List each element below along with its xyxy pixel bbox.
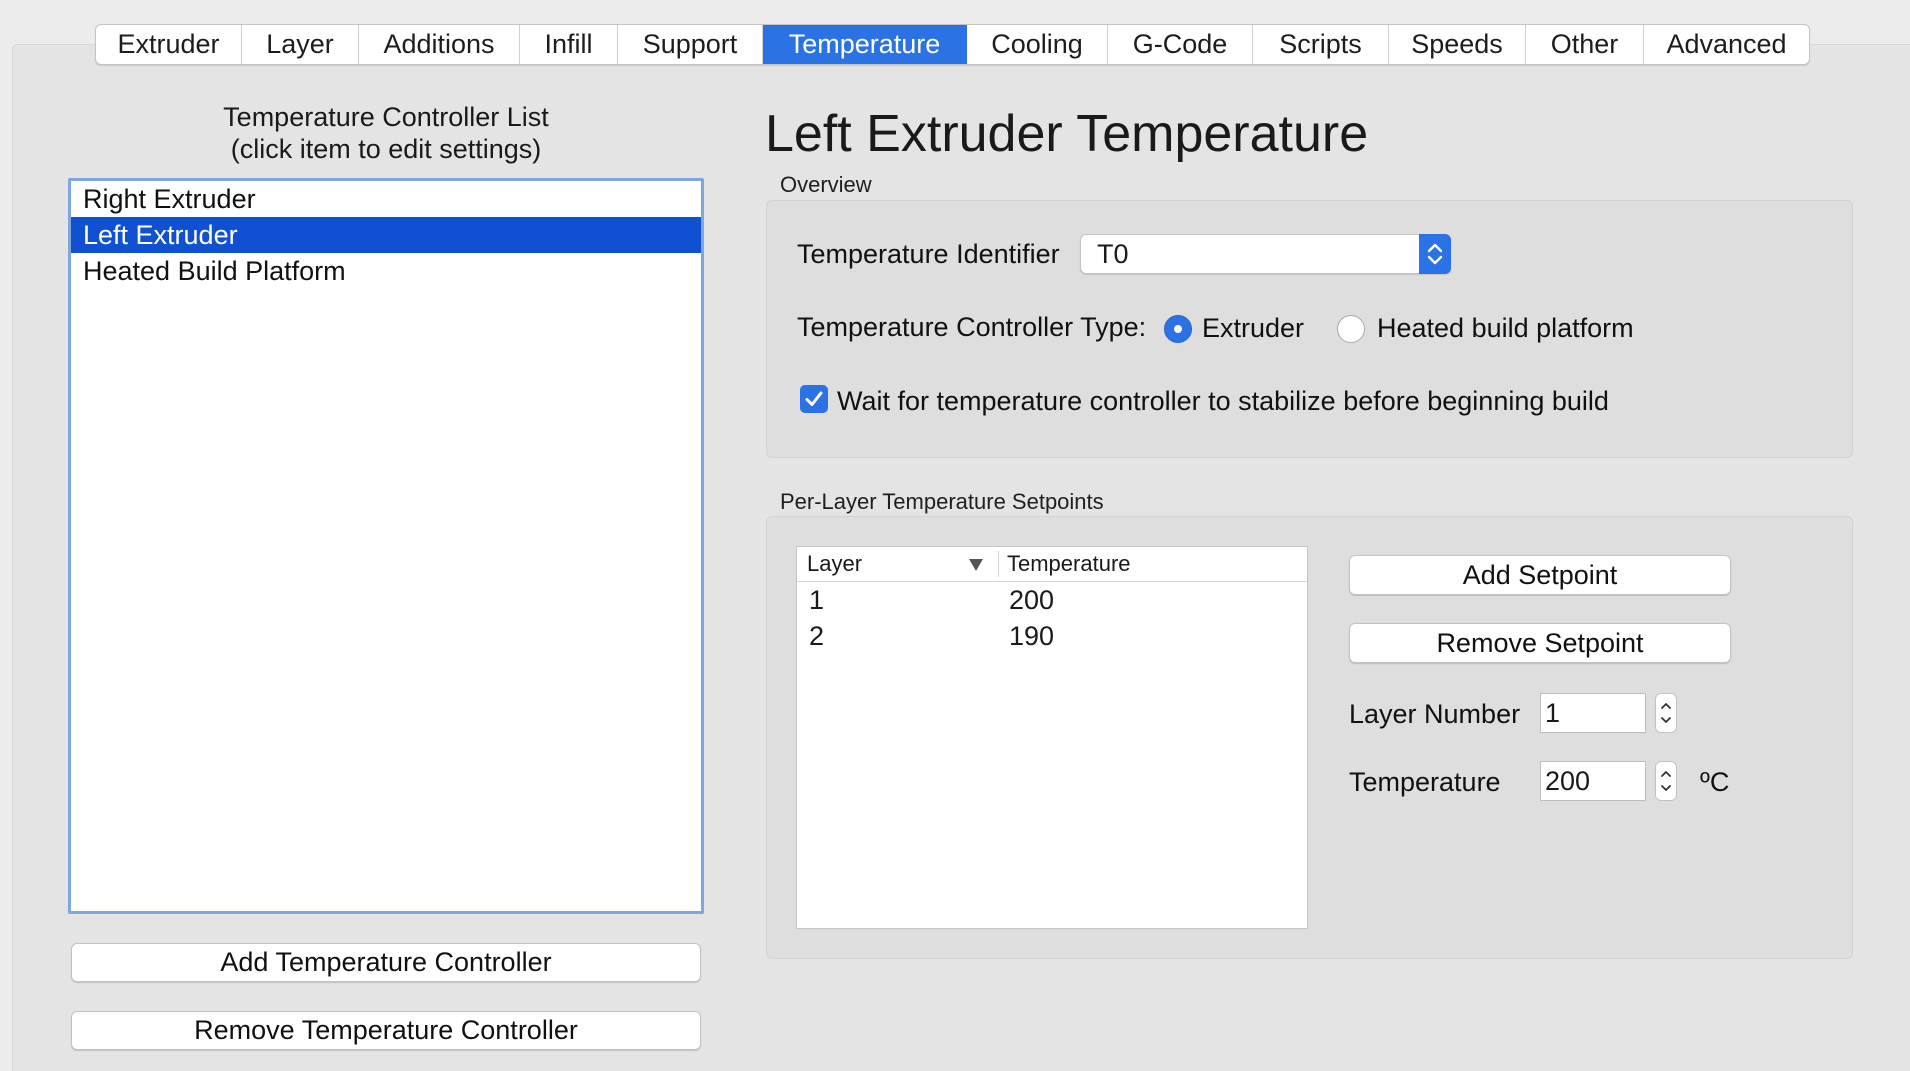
table-row[interactable]: 2 190 xyxy=(797,618,1307,654)
tab-other[interactable]: Other xyxy=(1526,25,1644,64)
temperature-field[interactable]: 200 xyxy=(1540,761,1646,801)
wait-stabilize-checkbox[interactable] xyxy=(800,385,828,413)
tab-speeds[interactable]: Speeds xyxy=(1389,25,1526,64)
stepper-arrows-icon xyxy=(1661,771,1671,791)
tab-bar: Extruder Layer Additions Infill Support … xyxy=(95,24,1810,65)
layer-number-stepper[interactable] xyxy=(1655,693,1677,733)
tab-advanced[interactable]: Advanced xyxy=(1644,25,1809,64)
tab-layer[interactable]: Layer xyxy=(242,25,359,64)
wait-stabilize-label: Wait for temperature controller to stabi… xyxy=(837,386,1609,416)
column-header-layer[interactable]: Layer xyxy=(807,547,862,581)
tab-cooling[interactable]: Cooling xyxy=(967,25,1108,64)
controller-list[interactable]: Right Extruder Left Extruder Heated Buil… xyxy=(68,178,704,914)
tab-g-code[interactable]: G-Code xyxy=(1108,25,1253,64)
temperature-identifier-label: Temperature Identifier xyxy=(797,239,1060,269)
radio-extruder-label: Extruder xyxy=(1202,313,1305,343)
radio-heated-build-platform[interactable] xyxy=(1337,315,1365,343)
layer-number-field[interactable]: 1 xyxy=(1540,693,1646,733)
setpoints-group-label: Per-Layer Temperature Setpoints xyxy=(780,489,1104,514)
list-item-heated-build-platform[interactable]: Heated Build Platform xyxy=(71,253,701,289)
remove-setpoint-button[interactable]: Remove Setpoint xyxy=(1349,623,1731,663)
controller-type-label: Temperature Controller Type: xyxy=(797,312,1147,342)
cell-layer: 1 xyxy=(809,585,825,615)
controller-list-title-line1: Temperature Controller List xyxy=(223,102,549,132)
overview-group-label: Overview xyxy=(780,172,872,197)
column-header-temperature[interactable]: Temperature xyxy=(1007,547,1131,581)
temperature-identifier-value: T0 xyxy=(1097,239,1129,269)
setpoints-table[interactable]: Layer Temperature 1 200 2 190 xyxy=(796,546,1308,929)
remove-temperature-controller-button[interactable]: Remove Temperature Controller xyxy=(71,1011,701,1050)
list-item-left-extruder[interactable]: Left Extruder xyxy=(71,217,701,253)
temperature-unit: ºC xyxy=(1700,767,1730,797)
checkmark-icon xyxy=(805,391,823,406)
tab-support[interactable]: Support xyxy=(618,25,763,64)
tab-scripts[interactable]: Scripts xyxy=(1253,25,1389,64)
chevron-up-down-icon xyxy=(1419,234,1451,274)
tab-infill[interactable]: Infill xyxy=(520,25,618,64)
table-header: Layer Temperature xyxy=(797,547,1307,582)
page-title: Left Extruder Temperature xyxy=(765,105,1369,163)
cell-layer: 2 xyxy=(809,621,825,651)
cell-temperature: 200 xyxy=(1009,585,1055,615)
layer-number-label: Layer Number xyxy=(1349,699,1521,729)
temperature-label: Temperature xyxy=(1349,767,1501,797)
cell-temperature: 190 xyxy=(1009,621,1055,651)
table-row[interactable]: 1 200 xyxy=(797,582,1307,618)
controller-list-title-line2: (click item to edit settings) xyxy=(230,134,542,164)
list-item-right-extruder[interactable]: Right Extruder xyxy=(71,181,701,217)
temperature-identifier-select[interactable]: T0 xyxy=(1080,234,1451,274)
radio-heated-build-platform-label: Heated build platform xyxy=(1377,313,1634,343)
add-temperature-controller-button[interactable]: Add Temperature Controller xyxy=(71,943,701,982)
column-divider xyxy=(998,551,999,577)
tab-temperature[interactable]: Temperature xyxy=(763,25,967,64)
controller-list-title: Temperature Controller List (click item … xyxy=(68,101,704,165)
tab-additions[interactable]: Additions xyxy=(359,25,520,64)
temperature-stepper[interactable] xyxy=(1655,761,1677,801)
radio-extruder[interactable] xyxy=(1164,315,1192,343)
stepper-arrows-icon xyxy=(1661,703,1671,723)
tab-extruder[interactable]: Extruder xyxy=(96,25,242,64)
add-setpoint-button[interactable]: Add Setpoint xyxy=(1349,555,1731,595)
